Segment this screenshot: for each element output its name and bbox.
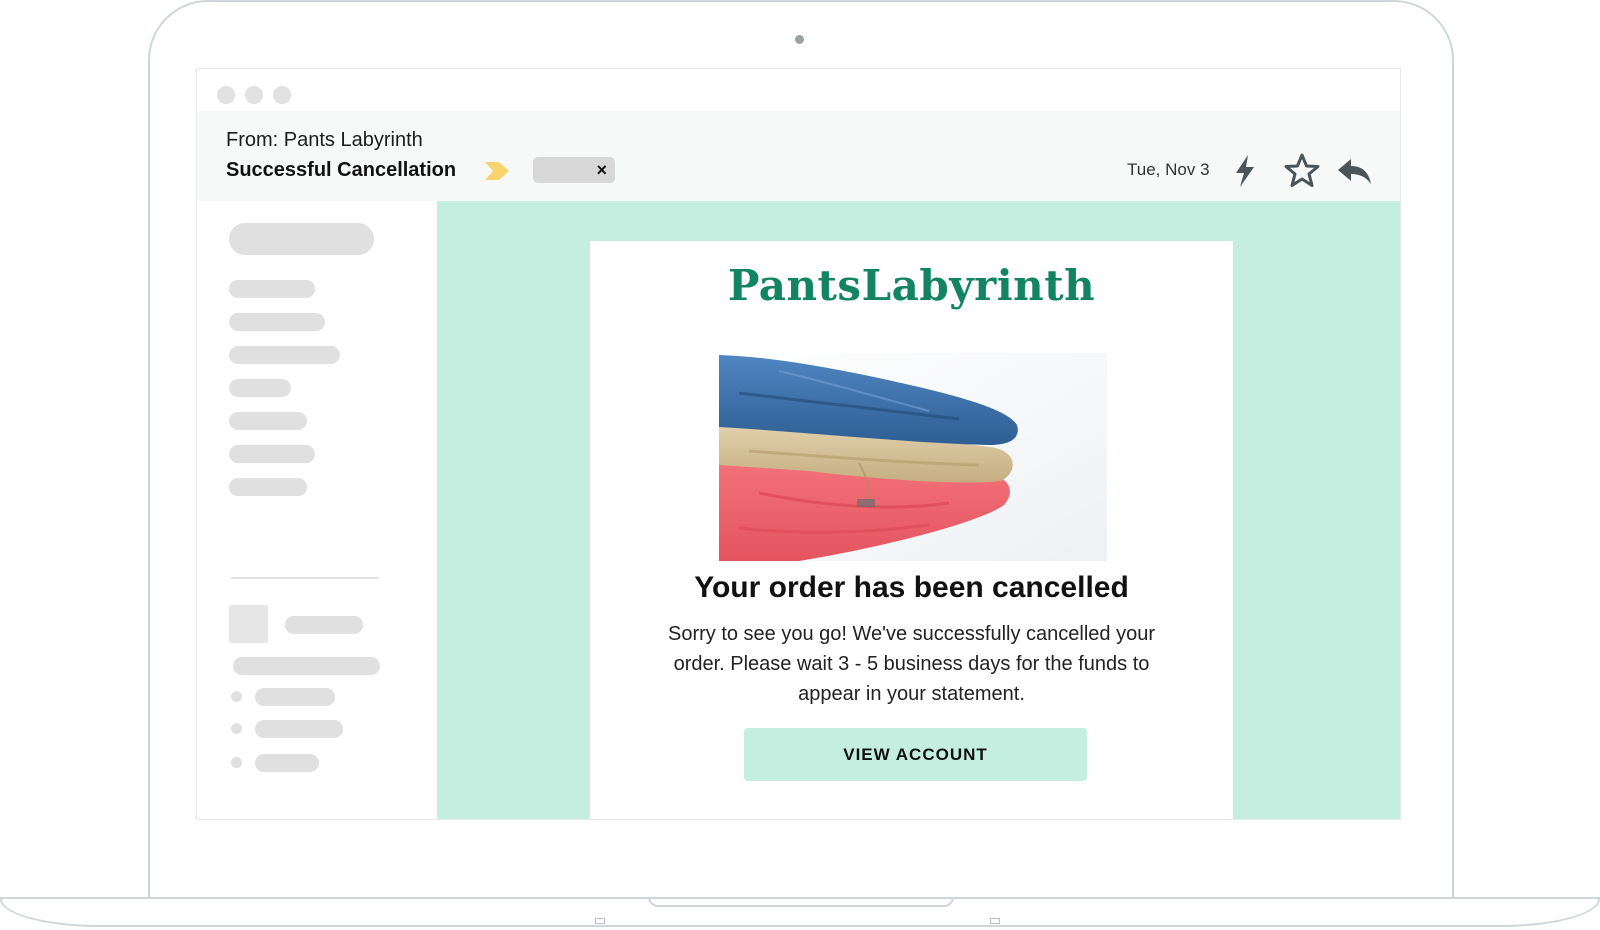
list-item-placeholder[interactable] xyxy=(255,720,343,738)
contact-name-placeholder xyxy=(285,616,363,634)
folder-item-placeholder[interactable] xyxy=(229,313,325,331)
sidebar xyxy=(197,201,437,819)
chip-close-icon[interactable]: × xyxy=(596,158,607,182)
list-item-placeholder[interactable] xyxy=(255,688,335,706)
lightning-icon[interactable] xyxy=(1231,151,1259,191)
avatar-placeholder xyxy=(229,605,268,643)
label-chip[interactable]: × xyxy=(533,157,615,183)
window-titlebar xyxy=(197,69,1400,111)
folder-item-placeholder[interactable] xyxy=(229,445,315,463)
important-marker-icon[interactable] xyxy=(483,159,511,183)
subject-line: Successful Cancellation xyxy=(226,159,457,181)
folder-item-placeholder[interactable] xyxy=(229,379,291,397)
mail-client-window: From: Pants Labyrinth Successful Cancell… xyxy=(196,68,1401,820)
folder-item-placeholder[interactable] xyxy=(229,280,315,298)
list-item-placeholder[interactable] xyxy=(255,754,319,772)
laptop-foot-left xyxy=(595,918,605,924)
laptop-base-notch xyxy=(648,897,954,907)
folder-item-placeholder[interactable] xyxy=(229,412,307,430)
email-card: PantsLabyrinth Your order has been cance… xyxy=(590,241,1233,819)
compose-button-placeholder[interactable] xyxy=(229,223,374,255)
list-bullet xyxy=(231,757,242,768)
message-date: Tue, Nov 3 xyxy=(1127,160,1210,179)
webcam-dot xyxy=(795,35,804,44)
list-bullet xyxy=(231,691,242,702)
message-headline: Your order has been cancelled xyxy=(694,571,1129,604)
star-icon[interactable] xyxy=(1282,151,1322,191)
folder-item-placeholder[interactable] xyxy=(229,346,340,364)
laptop-foot-right xyxy=(990,918,1000,924)
brand-logo: PantsLabyrinth xyxy=(727,261,1096,310)
hero-image-folded-pants xyxy=(719,353,1107,561)
email-body-background: PantsLabyrinth Your order has been cance… xyxy=(437,201,1400,819)
view-account-button[interactable]: VIEW ACCOUNT xyxy=(744,728,1087,781)
list-bullet xyxy=(231,723,242,734)
reply-icon[interactable] xyxy=(1335,151,1375,191)
sidebar-divider xyxy=(231,577,379,579)
sender-line: From: Pants Labyrinth xyxy=(226,129,423,151)
message-header: From: Pants Labyrinth Successful Cancell… xyxy=(197,111,1400,201)
window-minimize-dot[interactable] xyxy=(245,86,263,104)
window-maximize-dot[interactable] xyxy=(273,86,291,104)
contact-detail-placeholder xyxy=(233,657,380,675)
message-body: Sorry to see you go! We've successfully … xyxy=(667,623,1155,705)
window-close-dot[interactable] xyxy=(217,86,235,104)
folder-item-placeholder[interactable] xyxy=(229,478,307,496)
